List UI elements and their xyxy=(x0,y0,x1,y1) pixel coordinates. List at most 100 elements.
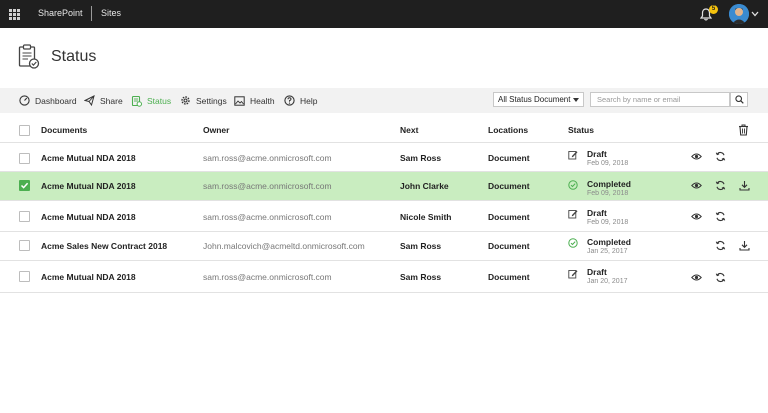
eye-icon[interactable] xyxy=(691,211,702,222)
status-date: Feb 09, 2018 xyxy=(587,190,629,197)
document-status-icon xyxy=(131,95,142,107)
toolbar-settings-label: Settings xyxy=(196,95,227,106)
toolbar-health-label: Health xyxy=(250,95,275,106)
toolbar-help-label: Help xyxy=(300,95,318,106)
status-date: Feb 09, 2018 xyxy=(587,160,629,167)
image-icon xyxy=(234,95,245,106)
gear-icon xyxy=(181,96,190,105)
document-name[interactable]: Acme Mutual NDA 2018 xyxy=(41,212,136,222)
table-row[interactable]: Acme Mutual NDA 2018 sam.ross@acme.onmic… xyxy=(0,201,768,232)
next-person: John Clarke xyxy=(400,181,449,191)
column-owner[interactable]: Owner xyxy=(203,125,229,135)
completed-check-icon xyxy=(568,180,578,190)
eye-icon[interactable] xyxy=(691,180,702,191)
toolbar-dashboard-label: Dashboard xyxy=(35,95,77,106)
table-row[interactable]: Acme Mutual NDA 2018 sam.ross@acme.onmic… xyxy=(0,143,768,172)
eye-icon[interactable] xyxy=(691,272,702,283)
document-name[interactable]: Acme Mutual NDA 2018 xyxy=(41,272,136,282)
brand-divider xyxy=(91,6,92,21)
status-date: Jan 20, 2017 xyxy=(587,278,628,285)
brand-name[interactable]: SharePoint xyxy=(38,8,83,18)
eye-icon[interactable] xyxy=(691,151,702,162)
row-checkbox[interactable] xyxy=(19,240,30,251)
document-name[interactable]: Acme Sales New Contract 2018 xyxy=(41,241,167,251)
app-launcher-icon[interactable] xyxy=(9,9,20,20)
trash-icon[interactable] xyxy=(738,124,749,136)
status-date: Jan 25, 2017 xyxy=(587,248,628,255)
search-icon xyxy=(734,95,744,104)
next-person: Sam Ross xyxy=(400,153,442,163)
top-bar: SharePoint Sites 5 xyxy=(0,0,768,28)
status-label: Draft xyxy=(587,149,607,159)
status-label: Completed xyxy=(587,237,631,247)
next-person: Sam Ross xyxy=(400,272,442,282)
column-next[interactable]: Next xyxy=(400,125,418,135)
clipboard-check-icon xyxy=(18,44,40,69)
gauge-icon xyxy=(19,95,30,106)
location: Document xyxy=(488,153,530,163)
status-filter-select[interactable]: All Status Document xyxy=(493,92,584,107)
owner-email: sam.ross@acme.onmicrosoft.com xyxy=(203,181,332,191)
owner-email: sam.ross@acme.onmicrosoft.com xyxy=(203,272,332,282)
search-input[interactable]: Search by name or email xyxy=(590,92,730,107)
download-icon[interactable] xyxy=(739,180,750,191)
location: Document xyxy=(488,212,530,222)
refresh-icon[interactable] xyxy=(715,240,726,251)
column-status[interactable]: Status xyxy=(568,125,594,135)
download-icon[interactable] xyxy=(739,240,750,251)
refresh-icon[interactable] xyxy=(715,272,726,283)
toolbar-share[interactable]: Share xyxy=(84,88,123,113)
location: Document xyxy=(488,272,530,282)
table-row-selected[interactable]: Acme Mutual NDA 2018 sam.ross@acme.onmic… xyxy=(0,172,768,201)
status-date: Feb 09, 2018 xyxy=(587,219,629,226)
owner-email: sam.ross@acme.onmicrosoft.com xyxy=(203,153,332,163)
column-locations[interactable]: Locations xyxy=(488,125,528,135)
refresh-icon[interactable] xyxy=(715,151,726,162)
location: Document xyxy=(488,181,530,191)
draft-edit-icon xyxy=(568,270,578,279)
toolbar-health[interactable]: Health xyxy=(234,88,275,113)
status-label: Draft xyxy=(587,208,607,218)
select-all-checkbox[interactable] xyxy=(19,125,30,136)
next-person: Sam Ross xyxy=(400,241,442,251)
owner-email: John.malcovich@acmeltd.onmicrosoft.com xyxy=(203,241,365,251)
toolbar-status[interactable]: Status xyxy=(131,88,171,113)
toolbar-settings[interactable]: Settings xyxy=(180,88,227,113)
chevron-down-icon[interactable] xyxy=(751,11,759,17)
status-label: Completed xyxy=(587,179,631,189)
page-title: Status xyxy=(51,48,97,65)
document-name[interactable]: Acme Mutual NDA 2018 xyxy=(41,181,136,191)
refresh-icon[interactable] xyxy=(715,180,726,191)
toolbar: Dashboard Share Status Settings Health H… xyxy=(0,88,768,113)
owner-email: sam.ross@acme.onmicrosoft.com xyxy=(203,212,332,222)
draft-edit-icon xyxy=(568,151,578,160)
avatar[interactable] xyxy=(729,4,749,24)
draft-edit-icon xyxy=(568,210,578,219)
toolbar-share-label: Share xyxy=(100,95,123,106)
document-name[interactable]: Acme Mutual NDA 2018 xyxy=(41,153,136,163)
paper-plane-icon xyxy=(84,95,95,106)
toolbar-status-label: Status xyxy=(147,95,172,106)
search-button[interactable] xyxy=(730,92,748,107)
location: Document xyxy=(488,241,530,251)
next-person: Nicole Smith xyxy=(400,212,452,222)
column-documents[interactable]: Documents xyxy=(41,125,87,135)
row-checkbox[interactable] xyxy=(19,211,30,222)
question-icon xyxy=(284,95,295,106)
check-icon xyxy=(20,182,29,189)
refresh-icon[interactable] xyxy=(715,211,726,222)
row-checkbox[interactable] xyxy=(19,271,30,282)
completed-check-icon xyxy=(568,238,578,248)
toolbar-help[interactable]: Help xyxy=(284,88,317,113)
notification-badge: 5 xyxy=(709,5,718,14)
section-name[interactable]: Sites xyxy=(101,8,121,18)
status-label: Draft xyxy=(587,267,607,277)
caret-down-icon xyxy=(573,98,579,102)
row-checkbox[interactable] xyxy=(19,153,30,164)
toolbar-dashboard[interactable]: Dashboard xyxy=(19,88,77,113)
table-row[interactable]: Acme Sales New Contract 2018 John.malcov… xyxy=(0,232,768,261)
table-header: Documents Owner Next Locations Status xyxy=(0,117,768,143)
row-checkbox-checked[interactable] xyxy=(19,180,30,191)
table-row[interactable]: Acme Mutual NDA 2018 sam.ross@acme.onmic… xyxy=(0,261,768,293)
status-filter-value: All Status Document xyxy=(498,95,571,104)
